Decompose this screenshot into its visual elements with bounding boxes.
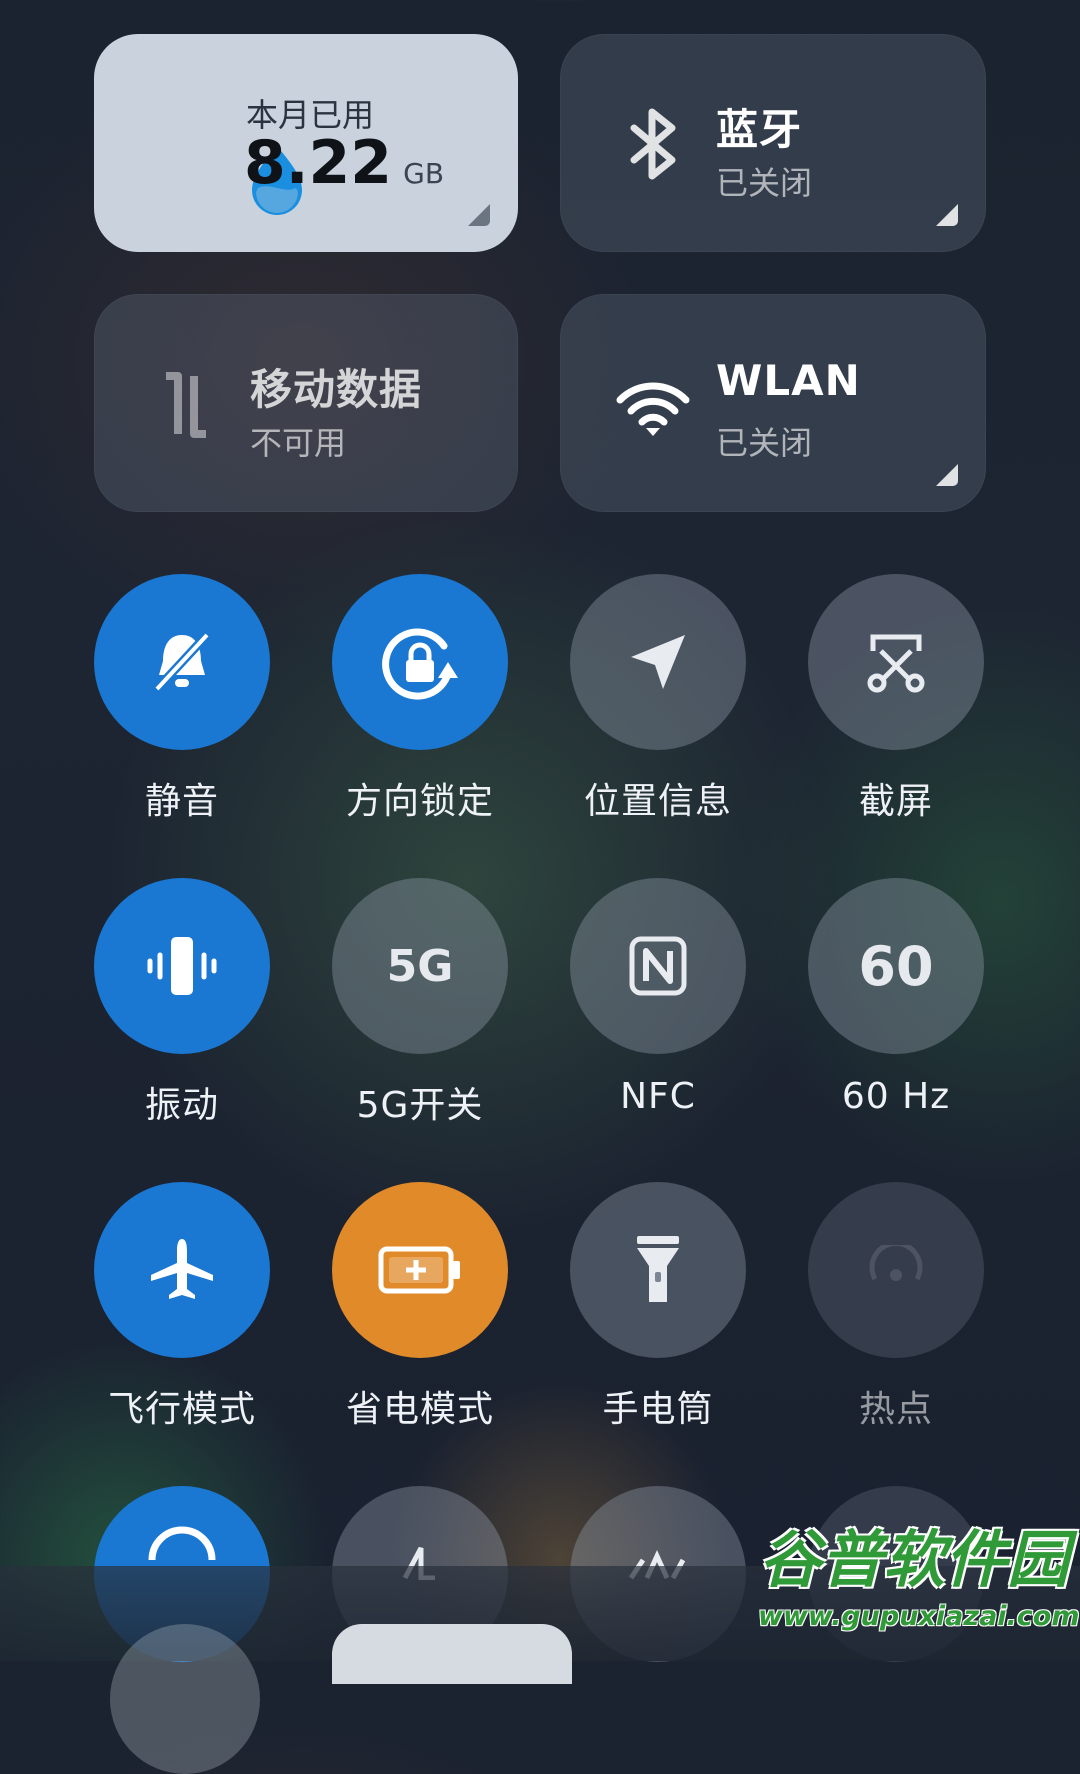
nfc-toggle[interactable] xyxy=(570,878,746,1054)
refresh-rate-toggle[interactable]: 60 xyxy=(808,878,984,1054)
refresh-rate-label: 60 Hz xyxy=(841,1076,951,1117)
refresh-60-icon: 60 xyxy=(858,934,934,998)
5g-label: 5G开关 xyxy=(356,1085,484,1126)
location-toggle[interactable] xyxy=(570,574,746,750)
screenshot-label: 截屏 xyxy=(858,781,933,822)
battery-saver-icon xyxy=(378,1246,460,1294)
flashlight-icon xyxy=(637,1236,679,1302)
rotation-lock-toggle[interactable] xyxy=(332,574,508,750)
hotspot-label: 热点 xyxy=(858,1389,933,1430)
location-label: 位置信息 xyxy=(583,781,732,822)
expand-corner-icon xyxy=(936,464,958,486)
hotspot-toggle[interactable] xyxy=(808,1182,984,1358)
battery-saver-label: 省电模式 xyxy=(345,1389,494,1430)
airplane-toggle[interactable] xyxy=(94,1182,270,1358)
mobile-data-arrows-icon xyxy=(166,372,206,438)
5g-toggle[interactable]: 5G xyxy=(332,878,508,1054)
bluetooth-icon xyxy=(630,108,676,180)
flashlight-label: 手电筒 xyxy=(602,1389,714,1430)
hotspot-icon xyxy=(869,1245,923,1281)
silent-label: 静音 xyxy=(144,781,219,822)
bluetooth-tile[interactable]: 蓝牙 已关闭 xyxy=(560,34,986,252)
partial-icon xyxy=(148,1526,216,1561)
expand-corner-icon xyxy=(936,204,958,226)
partial-toggle-5 xyxy=(110,1624,260,1774)
wifi-icon xyxy=(616,382,690,436)
mobile-data-status: 不可用 xyxy=(250,424,347,462)
data-usage-unit: GB xyxy=(403,157,445,190)
vibrate-icon xyxy=(147,937,217,995)
rotation-lock-icon xyxy=(382,628,458,700)
nfc-icon xyxy=(629,936,687,996)
expand-corner-icon xyxy=(468,204,490,226)
silent-toggle[interactable] xyxy=(94,574,270,750)
bell-off-icon xyxy=(153,631,211,693)
mobile-data-tile[interactable]: 移动数据 不可用 xyxy=(94,294,518,512)
flashlight-toggle[interactable] xyxy=(570,1182,746,1358)
watermark-text: 谷普软件园 xyxy=(758,1523,1069,1596)
nfc-label: NFC xyxy=(620,1076,696,1117)
wlan-status: 已关闭 xyxy=(716,424,813,462)
screenshot-toggle[interactable] xyxy=(808,574,984,750)
airplane-icon xyxy=(151,1239,213,1299)
bluetooth-status: 已关闭 xyxy=(716,164,813,202)
data-usage-value: 8.22 xyxy=(244,128,393,198)
rotation-lock-label: 方向锁定 xyxy=(345,781,494,822)
bluetooth-title: 蓝牙 xyxy=(716,105,803,154)
vibrate-label: 振动 xyxy=(144,1085,219,1126)
scissors-screenshot-icon xyxy=(867,634,925,693)
location-arrow-icon xyxy=(631,635,685,689)
wlan-tile[interactable]: WLAN 已关闭 xyxy=(560,294,986,512)
drag-handle[interactable] xyxy=(332,1624,572,1684)
data-usage-value-row: 8.22 GB xyxy=(244,128,444,198)
data-usage-tile[interactable]: 本月已用 8.22 GB xyxy=(94,34,518,252)
mobile-data-title: 移动数据 xyxy=(250,365,423,414)
watermark: 谷普软件园 www.gupuxiazai.com xyxy=(758,1509,1080,1649)
5g-icon: 5G xyxy=(386,940,454,992)
airplane-label: 飞行模式 xyxy=(107,1389,256,1430)
vibrate-toggle[interactable] xyxy=(94,878,270,1054)
battery-saver-toggle[interactable] xyxy=(332,1182,508,1358)
watermark-url: www.gupuxiazai.com xyxy=(758,1601,1080,1632)
wlan-title: WLAN xyxy=(716,356,861,405)
